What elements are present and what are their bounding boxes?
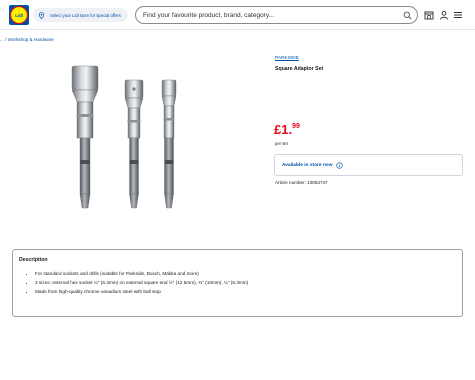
- store-selector[interactable]: Select your Lidl store for special offer…: [33, 8, 128, 22]
- location-pin-icon: [38, 11, 45, 19]
- availability-label: Available in store now: [282, 162, 333, 168]
- user-icon[interactable]: [439, 10, 449, 20]
- article-number: Article number: 10053747: [275, 180, 328, 185]
- product-image[interactable]: [60, 60, 200, 220]
- site-header: Lidl Select your Lidl store for special …: [0, 0, 475, 30]
- search-bar[interactable]: [135, 6, 418, 24]
- breadcrumb-prefix[interactable]: ... /: [0, 37, 6, 42]
- breadcrumb-link-workshop[interactable]: Workshop & Hardware: [8, 37, 54, 42]
- logo-ring: [10, 6, 28, 24]
- store-selector-label[interactable]: Select your Lidl store for special offer…: [50, 13, 121, 18]
- adaptor-small: [161, 79, 177, 209]
- adaptor-large: [71, 65, 99, 209]
- product-title: Square Adaptor Set: [275, 66, 324, 72]
- adaptor-medium: [124, 79, 144, 209]
- price: £1. 99: [274, 123, 300, 136]
- menu-icon[interactable]: [453, 10, 463, 20]
- search-input[interactable]: [143, 11, 393, 19]
- price-decimals: 99: [292, 123, 300, 130]
- list-item: 3 sizes: external hex socket ¼" (6.3mm) …: [35, 280, 248, 285]
- description-list: For standard sockets and drills (suitabl…: [27, 271, 248, 299]
- list-item: Made from high-quality chrome vanadium s…: [35, 289, 248, 294]
- price-main: £1.: [274, 122, 293, 137]
- store-icon[interactable]: [424, 10, 434, 20]
- brand-link[interactable]: PARKSIDE: [275, 56, 299, 61]
- info-icon[interactable]: [336, 161, 344, 169]
- description-title: Description: [19, 257, 48, 263]
- list-item: For standard sockets and drills (suitabl…: [35, 271, 248, 276]
- description-panel: Description For standard sockets and dri…: [12, 249, 463, 317]
- search-icon[interactable]: [403, 11, 412, 20]
- lidl-logo[interactable]: Lidl: [9, 5, 29, 25]
- availability-box[interactable]: Available in store now: [274, 154, 463, 176]
- price-unit: per set: [275, 141, 288, 146]
- breadcrumb: ... / Workshop & Hardware: [0, 37, 54, 42]
